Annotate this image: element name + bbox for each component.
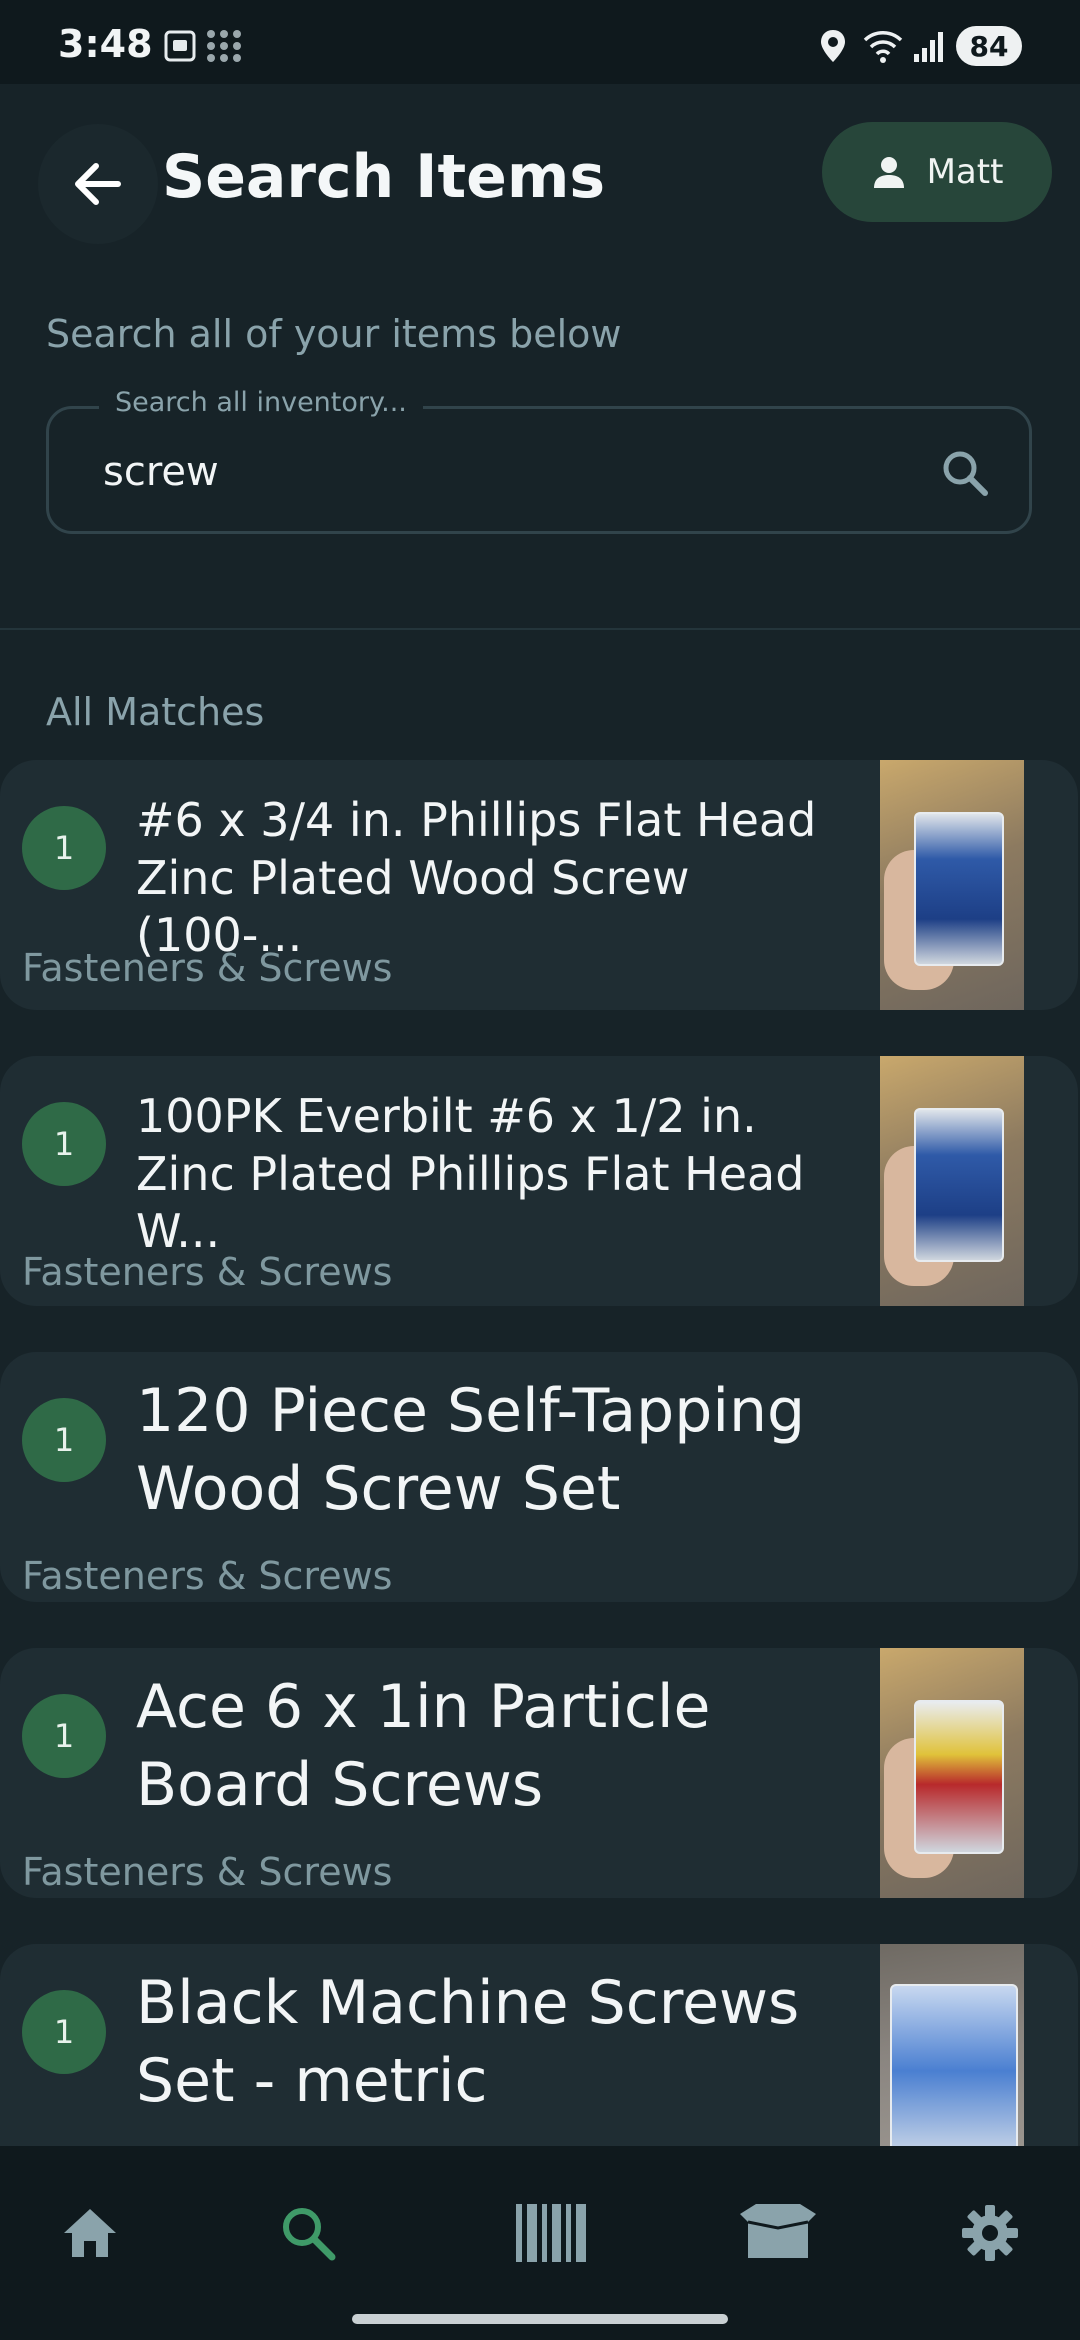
quantity-badge: 1 [22,1694,106,1778]
item-name: #6 x 3/4 in. Phillips Flat Head Zinc Pla… [136,793,817,962]
battery-indicator: 84 [956,26,1022,66]
list-item[interactable]: 1 Black Machine Screws Set - metric [0,1944,1078,2146]
page-title: Search Items [162,142,606,212]
item-name: 120 Piece Self-Tapping Wood Screw Set [136,1376,806,1524]
divider [0,628,1080,630]
item-name: 100PK Everbilt #6 x 1/2 in. Zinc Plated … [136,1089,805,1258]
quantity-badge: 1 [22,806,106,890]
status-bar: 3:48 84 [0,0,1080,84]
item-thumbnail [880,1056,1024,1306]
quantity-badge: 1 [22,1398,106,1482]
list-item[interactable]: 1 #6 x 3/4 in. Phillips Flat Head Zinc P… [0,760,1078,1010]
list-item[interactable]: 1 120 Piece Self-Tapping Wood Screw Set … [0,1352,1078,1602]
section-label: All Matches [46,690,265,734]
item-thumbnail [880,760,1024,1010]
item-thumbnail [880,1944,1024,2146]
home-indicator[interactable] [352,2314,728,2324]
item-category: Fasteners & Screws [22,1850,393,1894]
barcode-icon [516,2204,586,2262]
nav-scan[interactable] [492,2188,612,2278]
item-category: Fasteners & Screws [22,946,393,990]
apps-grid-icon [207,30,241,62]
nav-inventory[interactable] [718,2188,838,2278]
arrow-left-icon [75,163,121,205]
item-category: Fasteners & Screws [22,1554,393,1598]
settings-icon [962,2205,1018,2261]
person-icon [873,157,904,188]
search-label: Search all inventory... [99,387,423,418]
user-name: Matt [926,152,1004,192]
search-value[interactable]: screw [103,449,219,495]
search-submit-button[interactable] [939,447,991,503]
list-item[interactable]: 1 Ace 6 x 1in Particle Board Screws Fast… [0,1648,1078,1898]
search-subtitle: Search all of your items below [46,312,622,356]
wifi-icon [863,31,903,63]
screenshot-icon [164,30,196,62]
nav-home[interactable] [30,2188,150,2278]
back-button[interactable] [38,124,158,244]
search-icon [283,2208,336,2261]
search-icon [943,451,988,496]
home-icon [64,2209,116,2257]
location-icon [821,30,845,62]
nav-search[interactable] [248,2188,368,2278]
nav-settings[interactable] [930,2188,1050,2278]
box-icon [740,2204,816,2258]
item-thumbnail [880,1648,1024,1898]
quantity-badge: 1 [22,1102,106,1186]
list-item[interactable]: 1 100PK Everbilt #6 x 1/2 in. Zinc Plate… [0,1056,1078,1306]
user-profile-button[interactable]: Matt [822,122,1052,222]
app-bar: Search Items Matt [0,84,1080,274]
signal-icon [914,32,943,62]
item-category: Fasteners & Screws [22,1250,393,1294]
quantity-badge: 1 [22,1990,106,2074]
status-time: 3:48 [58,22,153,66]
search-input[interactable]: Search all inventory... screw [46,387,1032,534]
item-name: Black Machine Screws Set - metric [136,1968,800,2116]
item-name: Ace 6 x 1in Particle Board Screws [136,1672,711,1820]
bottom-navigation [0,2146,1080,2340]
